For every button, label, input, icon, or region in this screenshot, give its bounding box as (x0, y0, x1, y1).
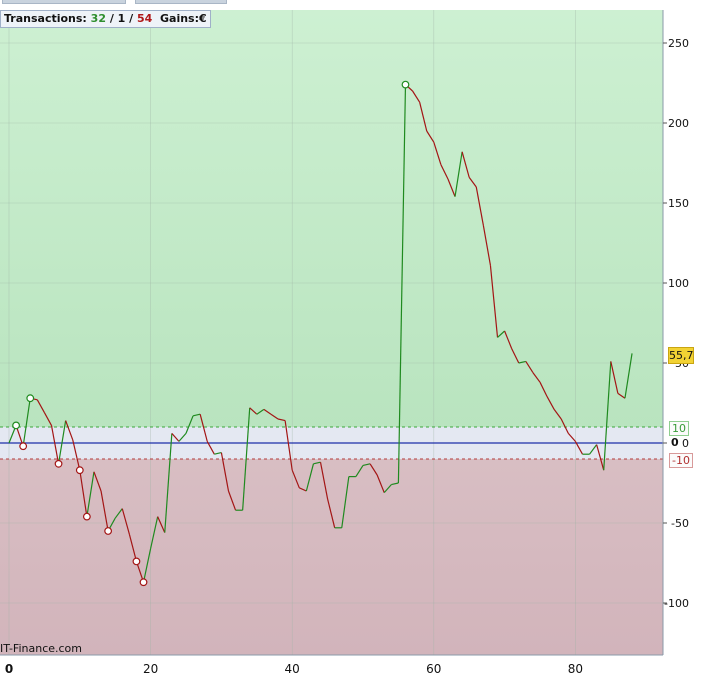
loss-trade-marker (19, 442, 28, 451)
y-tick-label: 150 (668, 197, 689, 210)
watermark-text: IT-Finance.com (0, 642, 82, 655)
loss-trade-marker (75, 466, 84, 475)
x-tick-label: 20 (143, 662, 158, 676)
y-tick-label: -100 (664, 597, 689, 610)
y-tick-label: 100 (668, 277, 689, 290)
loss-trade-marker (132, 557, 141, 566)
last-value-badge: 55,7 (668, 347, 694, 364)
win-trade-marker (401, 80, 410, 89)
band-upper-label: 10 (669, 421, 689, 436)
chart-zones (0, 10, 663, 655)
separator: / (105, 12, 118, 25)
loss-trade-marker (139, 578, 148, 587)
loss-trade-marker (54, 459, 63, 468)
equity-chart: -100-50050100150200250020406080 (0, 10, 689, 676)
x-tick-label: 60 (426, 662, 441, 676)
separator: / (125, 12, 138, 25)
profit-zone (0, 10, 663, 427)
currency-symbol: € (199, 12, 207, 25)
y-tick-label: 200 (668, 117, 689, 130)
band-lower-label: -10 (669, 453, 693, 468)
win-trade-marker (26, 394, 35, 403)
y-tick-label: 250 (668, 37, 689, 50)
x-tick-label: 80 (568, 662, 583, 676)
zero-axis-label: 0 (671, 436, 679, 449)
win-trade-marker (12, 421, 20, 430)
y-tick-label: 0 (682, 437, 689, 450)
transactions-summary: Transactions: 32 / 1 / 54 Gains:€ (0, 10, 211, 28)
gains-label: Gains: (160, 12, 199, 25)
transactions-label: Transactions: (4, 12, 87, 25)
x-tick-label: 40 (285, 662, 300, 676)
losses-count: 54 (137, 12, 153, 25)
x-tick-label: 0 (5, 662, 13, 676)
loss-trade-marker (82, 512, 91, 521)
y-tick-label: -50 (671, 517, 689, 530)
loss-trade-marker (104, 527, 113, 535)
wins-count: 32 (90, 12, 106, 25)
